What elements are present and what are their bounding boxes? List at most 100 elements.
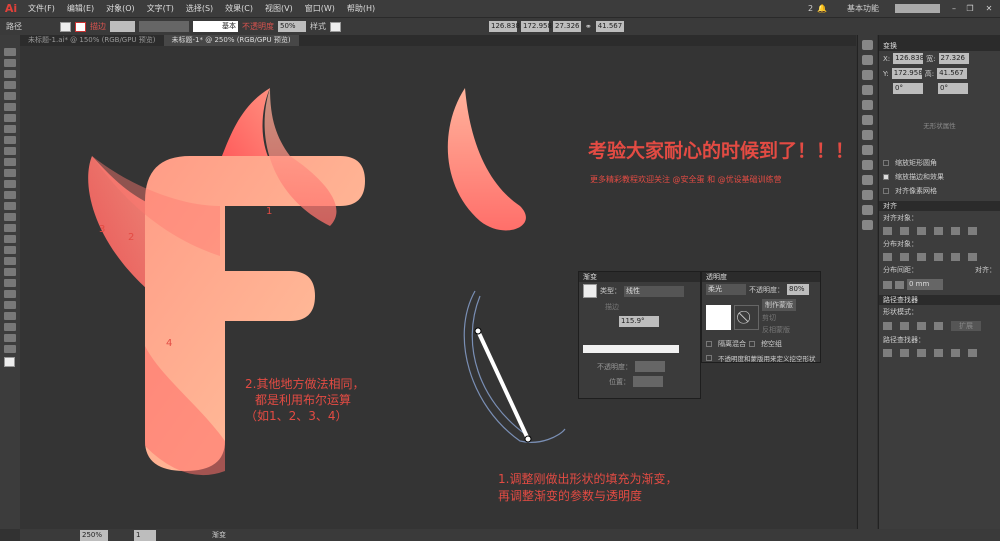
clip-checkbox[interactable]: 剪切 bbox=[762, 313, 796, 323]
fill-swatch[interactable] bbox=[60, 21, 71, 32]
artboard-tool-icon[interactable] bbox=[4, 312, 16, 320]
opentype-icon[interactable] bbox=[862, 220, 873, 230]
menu-edit[interactable]: 编辑(E) bbox=[61, 3, 100, 14]
artboards-icon[interactable] bbox=[862, 175, 873, 185]
isolate-blending-checkbox[interactable]: 隔离混合 bbox=[718, 339, 746, 349]
make-mask-button[interactable]: 制作蒙版 bbox=[762, 299, 796, 311]
align-right-icon[interactable] bbox=[917, 227, 926, 235]
width-input[interactable]: 27.326 bbox=[553, 21, 581, 32]
menu-view[interactable]: 视图(V) bbox=[259, 3, 299, 14]
shear-input[interactable]: 0° bbox=[938, 83, 968, 94]
current-tool-status[interactable]: 渐变 bbox=[212, 530, 226, 540]
dist-bottom-icon[interactable] bbox=[917, 253, 926, 261]
align-pixel-grid-checkbox[interactable]: 对齐像素网格 bbox=[895, 186, 937, 196]
stop-opacity-input[interactable] bbox=[635, 361, 665, 372]
menu-type[interactable]: 文字(T) bbox=[141, 3, 180, 14]
appearance-icon[interactable] bbox=[862, 40, 873, 50]
gradient-type-select[interactable]: 线性 bbox=[624, 285, 684, 297]
stroke-weight-input[interactable] bbox=[110, 21, 135, 32]
dist-space-h-icon[interactable] bbox=[895, 280, 904, 289]
dist-right-icon[interactable] bbox=[968, 253, 977, 261]
paragraph-icon[interactable] bbox=[862, 205, 873, 215]
magic-wand-tool-icon[interactable] bbox=[4, 70, 16, 78]
menu-select[interactable]: 选择(S) bbox=[180, 3, 219, 14]
gradient-tool-icon[interactable] bbox=[4, 257, 16, 265]
zoom-tool-icon[interactable] bbox=[4, 345, 16, 353]
menu-help[interactable]: 帮助(H) bbox=[341, 3, 381, 14]
dist-space-v-icon[interactable] bbox=[883, 280, 892, 289]
transparency-panel-title[interactable]: 透明度 bbox=[702, 272, 820, 282]
swatches-icon[interactable] bbox=[862, 70, 873, 80]
transparency-opacity-input[interactable]: 80% bbox=[787, 284, 809, 295]
opacity-mask-checkbox[interactable]: 不透明度和蒙版用来定义挖空形状 bbox=[718, 353, 816, 363]
notifications-count[interactable]: 2 bbox=[808, 4, 813, 13]
y-input[interactable]: 172.958 bbox=[521, 21, 552, 32]
trim-icon[interactable] bbox=[900, 349, 909, 357]
selection-tool-icon[interactable] bbox=[4, 48, 16, 56]
shape-builder-tool-icon[interactable] bbox=[4, 224, 16, 232]
link-icon[interactable]: ⚭ bbox=[585, 22, 592, 31]
unite-icon[interactable] bbox=[883, 322, 892, 330]
align-left-icon[interactable] bbox=[883, 227, 892, 235]
tab-document-2[interactable]: 未标题-1* @ 250% (RGB/GPU 预览) bbox=[163, 35, 299, 46]
symbol-sprayer-tool-icon[interactable] bbox=[4, 290, 16, 298]
crop-icon[interactable] bbox=[934, 349, 943, 357]
stroke-label[interactable]: 描边 bbox=[90, 21, 106, 32]
bell-icon[interactable]: 🔔 bbox=[817, 4, 827, 13]
rectangle-tool-icon[interactable] bbox=[4, 136, 16, 144]
tab-document-1[interactable]: 未标题-1.ai* @ 150% (RGB/GPU 预览) bbox=[20, 35, 164, 46]
menu-window[interactable]: 窗口(W) bbox=[299, 3, 341, 14]
transform-h-input[interactable]: 41.567 bbox=[937, 68, 968, 79]
variable-width-select[interactable] bbox=[139, 21, 189, 32]
close-button[interactable]: ✕ bbox=[978, 4, 1000, 13]
minus-back-icon[interactable] bbox=[968, 349, 977, 357]
x-input[interactable]: 126.838 bbox=[489, 21, 520, 32]
merge-icon[interactable] bbox=[917, 349, 926, 357]
stroke-icon[interactable] bbox=[862, 115, 873, 125]
knockout-group-checkbox[interactable]: 挖空组 bbox=[761, 339, 782, 349]
artboard-number-input[interactable]: 1 bbox=[134, 529, 156, 541]
layers-icon[interactable] bbox=[862, 160, 873, 170]
align-hcenter-icon[interactable] bbox=[900, 227, 909, 235]
gradient-panel-title[interactable]: 渐变 bbox=[579, 272, 700, 282]
free-transform-tool-icon[interactable] bbox=[4, 213, 16, 221]
transform-w-input[interactable]: 27.326 bbox=[938, 53, 969, 64]
align-vcenter-icon[interactable] bbox=[951, 227, 960, 235]
opacity-input[interactable]: 50% bbox=[278, 21, 306, 32]
dist-top-icon[interactable] bbox=[883, 253, 892, 261]
graph-tool-icon[interactable] bbox=[4, 301, 16, 309]
align-top-icon[interactable] bbox=[934, 227, 943, 235]
divide-icon[interactable] bbox=[883, 349, 892, 357]
scale-tool-icon[interactable] bbox=[4, 191, 16, 199]
lasso-tool-icon[interactable] bbox=[4, 81, 16, 89]
angle-input[interactable]: 115.9° bbox=[619, 316, 659, 327]
canvas[interactable]: 1 2 3 4 考验大家耐心的时候到了！！！ 更多精彩教程欢迎关注 @安全蛋 和… bbox=[20, 46, 856, 529]
blend-tool-icon[interactable] bbox=[4, 279, 16, 287]
pen-tool-icon[interactable] bbox=[4, 92, 16, 100]
invert-mask-checkbox[interactable]: 反相蒙版 bbox=[762, 325, 796, 335]
perspective-tool-icon[interactable] bbox=[4, 235, 16, 243]
paintbrush-tool-icon[interactable] bbox=[4, 147, 16, 155]
rotate-tool-icon[interactable] bbox=[4, 180, 16, 188]
slice-tool-icon[interactable] bbox=[4, 323, 16, 331]
height-input[interactable]: 41.567 bbox=[595, 21, 624, 32]
eraser-tool-icon[interactable] bbox=[4, 169, 16, 177]
intersect-icon[interactable] bbox=[917, 322, 926, 330]
opacity-label[interactable]: 不透明度 bbox=[242, 21, 274, 32]
transform-y-input[interactable]: 172.958 bbox=[891, 68, 923, 79]
mask-thumbnail[interactable]: ⃠ bbox=[734, 304, 759, 330]
fill-stroke-swatch[interactable] bbox=[4, 357, 15, 367]
stop-position-input[interactable] bbox=[633, 376, 663, 387]
stroke-style-select[interactable]: 基本 bbox=[193, 21, 238, 32]
blend-mode-select[interactable]: 柔光 bbox=[706, 284, 746, 295]
hand-tool-icon[interactable] bbox=[4, 334, 16, 342]
workspace-switcher[interactable]: 基本功能 bbox=[847, 3, 879, 14]
restore-button[interactable]: ❐ bbox=[962, 4, 978, 13]
type-tool-icon[interactable] bbox=[4, 114, 16, 122]
transform-panel-title[interactable]: 变换 bbox=[879, 41, 1000, 51]
outline-icon[interactable] bbox=[951, 349, 960, 357]
mesh-tool-icon[interactable] bbox=[4, 246, 16, 254]
transparency-icon[interactable] bbox=[862, 145, 873, 155]
line-tool-icon[interactable] bbox=[4, 125, 16, 133]
pencil-tool-icon[interactable] bbox=[4, 158, 16, 166]
